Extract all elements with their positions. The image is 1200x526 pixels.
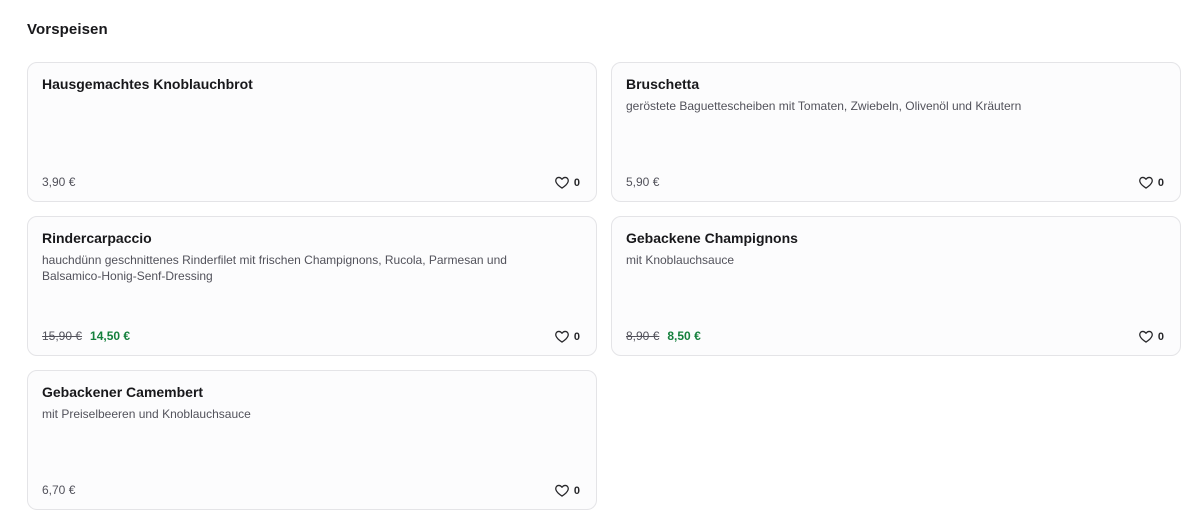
section-title: Vorspeisen [27,21,108,38]
menu-item-card[interactable]: Gebackener Camembert mit Preiselbeeren u… [27,370,597,510]
heart-icon [1139,176,1153,189]
menu-item-name: Gebackener Camembert [42,384,204,400]
like-count: 0 [573,176,580,189]
sale-price: 14,50 € [90,329,131,343]
like-button[interactable]: 0 [555,330,580,343]
like-count: 0 [1157,176,1164,189]
like-count: 0 [573,330,580,343]
menu-item-price: 3,90 € [42,175,76,189]
old-price: 8,90 € [626,329,660,343]
menu-item-card[interactable]: Gebackene Champignons mit Knoblauchsauce… [611,216,1181,356]
price-row: 8,90 € 8,50 € [626,328,701,344]
heart-icon [555,330,569,343]
menu-item-name: Gebackene Champignons [626,230,798,246]
menu-item-card[interactable]: Bruschetta geröstete Baguettescheiben mi… [611,62,1181,202]
menu-item-grid: Hausgemachtes Knoblauchbrot 3,90 € 0 Bru… [27,62,1181,510]
heart-icon [1139,330,1153,343]
sale-price: 8,50 € [667,329,701,343]
menu-item-description: geröstete Baguettescheiben mit Tomaten, … [626,99,1022,113]
like-button[interactable]: 0 [1139,330,1164,343]
menu-item-description: hauchdünn geschnittenes Rinderfilet mit … [42,253,507,283]
heart-icon [555,176,569,189]
price-row: 15,90 € 14,50 € [42,328,130,344]
menu-item-price: 5,90 € [626,175,660,189]
like-button[interactable]: 0 [1139,176,1164,189]
price-row: 5,90 € [626,174,659,190]
menu-item-name: Bruschetta [626,76,700,92]
like-button[interactable]: 0 [555,176,580,189]
like-count: 0 [1157,330,1164,343]
menu-item-description: mit Preiselbeeren und Knoblauchsauce [42,407,251,421]
menu-item-description: mit Knoblauchsauce [626,253,735,267]
old-price: 15,90 € [42,329,83,343]
menu-item-card[interactable]: Rindercarpaccio hauchdünn geschnittenes … [27,216,597,356]
menu-item-name: Hausgemachtes Knoblauchbrot [42,76,253,92]
like-count: 0 [573,484,580,497]
menu-item-price: 6,70 € [42,483,76,497]
menu-item-name: Rindercarpaccio [42,230,152,246]
like-button[interactable]: 0 [555,484,580,497]
price-row: 6,70 € [42,482,75,498]
heart-icon [555,484,569,497]
price-row: 3,90 € [42,174,75,190]
menu-item-card[interactable]: Hausgemachtes Knoblauchbrot 3,90 € 0 [27,62,597,202]
